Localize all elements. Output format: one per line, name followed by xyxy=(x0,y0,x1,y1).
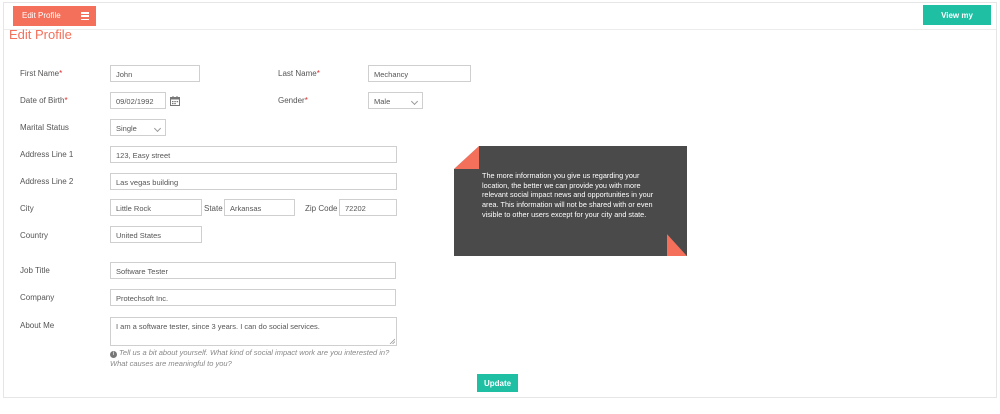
city-label: City xyxy=(20,204,34,213)
update-button[interactable]: Update xyxy=(477,374,518,392)
marital-status-label: Marital Status xyxy=(20,123,69,132)
address-line-1-input[interactable]: 123, Easy street xyxy=(110,146,397,163)
zip-code-label: Zip Code xyxy=(305,204,338,213)
last-name-input[interactable]: Mechancy xyxy=(368,65,471,82)
gender-label: Gender* xyxy=(278,96,308,105)
last-name-label: Last Name* xyxy=(278,69,320,78)
edit-profile-tab[interactable]: Edit Profile xyxy=(13,6,96,26)
gender-select[interactable]: Male xyxy=(368,92,423,109)
info-icon: i xyxy=(110,351,117,358)
state-label: State xyxy=(204,204,223,213)
resize-grip-icon[interactable] xyxy=(389,338,395,344)
job-title-input[interactable]: Software Tester xyxy=(110,262,396,279)
state-input[interactable]: Arkansas xyxy=(224,199,295,216)
note-corner-top-left xyxy=(454,146,479,169)
view-my-profile-button[interactable]: View my profile xyxy=(923,5,991,40)
about-me-text: I am a software tester, since 3 years. I… xyxy=(116,322,320,331)
city-input[interactable]: Little Rock xyxy=(110,199,202,216)
page-title: Edit Profile xyxy=(9,27,72,42)
edit-profile-tab-label: Edit Profile xyxy=(22,11,61,20)
top-bar: Edit Profile View my profile xyxy=(4,3,996,40)
address-line-1-label: Address Line 1 xyxy=(20,150,74,159)
menu-icon[interactable] xyxy=(81,12,89,21)
company-label: Company xyxy=(20,293,55,302)
zip-code-input[interactable]: 72202 xyxy=(339,199,397,216)
note-text: The more information you give us regardi… xyxy=(482,171,654,219)
address-line-2-label: Address Line 2 xyxy=(20,177,74,186)
country-input[interactable]: United States xyxy=(110,226,202,243)
about-me-textarea[interactable]: I am a software tester, since 3 years. I… xyxy=(110,317,397,346)
about-me-hint: i Tell us a bit about yourself. What kind… xyxy=(110,348,390,368)
location-info-note: The more information you give us regardi… xyxy=(454,146,687,256)
note-corner-bottom-right xyxy=(667,234,687,256)
about-me-label: About Me xyxy=(20,321,55,330)
first-name-label: First Name* xyxy=(20,69,63,78)
calendar-icon[interactable] xyxy=(170,96,180,106)
dob-label: Date of Birth* xyxy=(20,96,68,105)
marital-status-select[interactable]: Single xyxy=(110,119,166,136)
first-name-input[interactable]: John xyxy=(110,65,200,82)
dob-input[interactable]: 09/02/1992 xyxy=(110,92,166,109)
company-input[interactable]: Protechsoft Inc. xyxy=(110,289,396,306)
country-label: Country xyxy=(20,231,49,240)
address-line-2-input[interactable]: Las vegas building xyxy=(110,173,397,190)
job-title-label: Job Title xyxy=(20,266,50,275)
